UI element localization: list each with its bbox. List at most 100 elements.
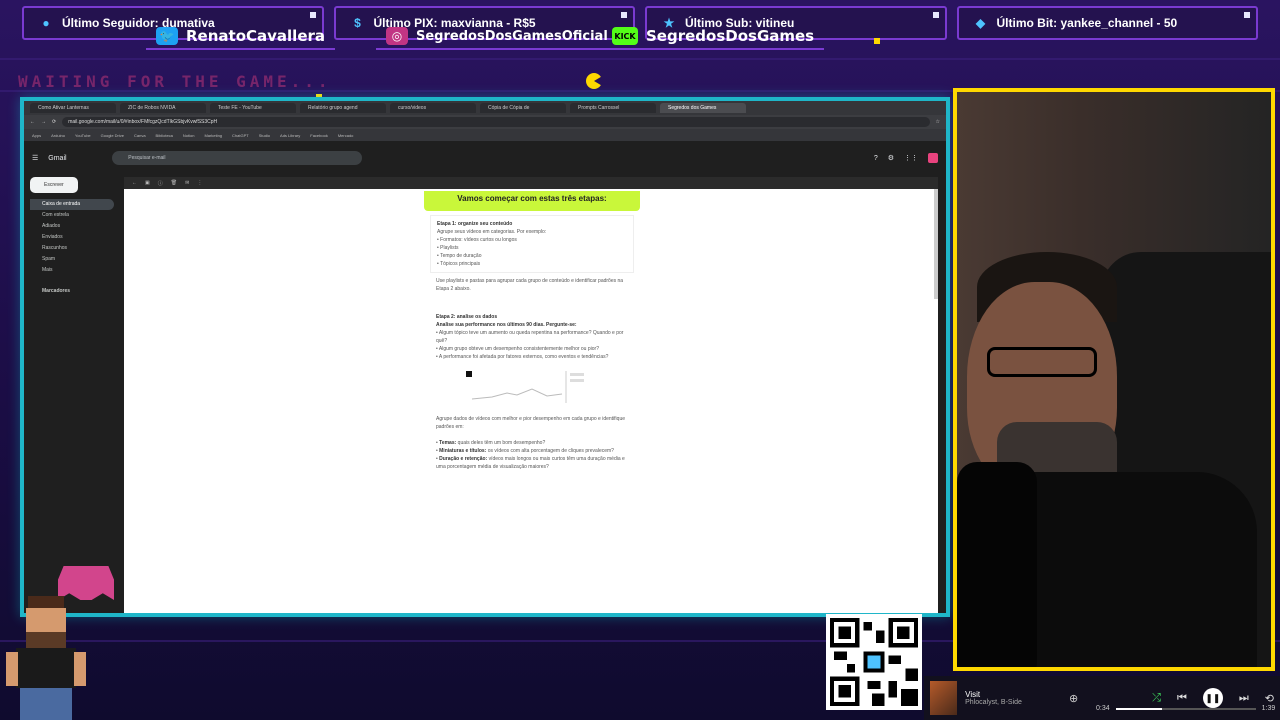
total-time: 1:39 (1261, 705, 1276, 712)
help-icon[interactable]: ? (874, 155, 878, 162)
kick-icon: KICK (612, 27, 638, 45)
album-art (930, 681, 958, 715)
star-icon[interactable]: ☆ (936, 119, 940, 125)
bookmarks-bar: Apps Arduino YouTube Google Drive Canva … (24, 129, 946, 141)
sidebar-item-more[interactable]: Mais (30, 265, 114, 276)
compose-button[interactable]: Escrever (30, 177, 78, 193)
bookmark[interactable]: Studio (259, 133, 270, 138)
bookmark[interactable]: Biblioteca (156, 133, 173, 138)
back-icon[interactable]: ← (30, 119, 35, 125)
browser-tab-active[interactable]: Segredos dos Games (660, 103, 746, 113)
social-kick: KICK SegredosDosGames (602, 24, 825, 50)
bookmark[interactable]: Canva (134, 133, 146, 138)
list-item: • Playlists (437, 245, 459, 251)
forward-icon[interactable]: → (41, 119, 46, 125)
list-item: • Tempo de duração (437, 253, 482, 259)
social-label: RenatoCavallera (186, 27, 326, 45)
bookmark[interactable]: ChatGPT (232, 133, 249, 138)
sidebar-item-snoozed[interactable]: Adiados (30, 221, 114, 232)
webcam-feed (953, 88, 1275, 671)
bookmark[interactable]: Apps (32, 133, 41, 138)
user-icon: ● (42, 16, 50, 30)
apps-icon[interactable]: ⋮⋮ (904, 154, 918, 162)
reload-icon[interactable]: ⟳ (52, 119, 56, 125)
waiting-text: WAITING FOR THE GAME... (18, 72, 332, 91)
bookmark[interactable]: Google Drive (101, 133, 124, 138)
music-player: Visit Phlocalyst, B-Side ⊕ ⤮ ⏮ ❚❚ ⏭ ⟲ (924, 676, 1280, 720)
search-input[interactable]: Pesquisar e-mail (112, 151, 363, 165)
shuffle-icon[interactable]: ⤮ (1152, 692, 1161, 705)
archive-icon[interactable]: ▣ (145, 180, 150, 186)
step3-text: Agrupe dados de vídeos com melhor e pior… (436, 416, 626, 430)
browser-tab[interactable]: curso/videos (390, 103, 476, 113)
elapsed-time: 0:34 (1096, 705, 1110, 712)
browser-tabs: Como Ativar Lanternas ZIC de Robos NVIDA… (24, 101, 946, 115)
email-view: ← ▣ ⓘ 🗑 ✉ ⋮ Vamos começar com estas três… (124, 177, 938, 613)
pellet-icon (874, 38, 880, 44)
delete-icon[interactable]: 🗑 (171, 180, 177, 186)
add-icon[interactable]: ⊕ (1069, 692, 1078, 705)
browser-tab[interactable]: Prompts Carrossel (570, 103, 656, 113)
list-item: • Algum tópico teve um aumento ou queda … (436, 330, 624, 344)
social-twitter: 🐦 RenatoCavallera (146, 24, 336, 50)
qr-code-icon (826, 614, 922, 710)
sidebar-item-inbox[interactable]: Caixa de entrada (30, 199, 114, 210)
progress-bar[interactable] (1115, 707, 1256, 710)
alert-bit: ◆ Último Bit: yankee_channel - 50 (956, 6, 1258, 40)
track-info: Visit Phlocalyst, B-Side (965, 690, 1061, 706)
list-item: • Formatos: vídeos curtos ou longos (437, 237, 517, 243)
gmail-logo: Gmail (48, 154, 67, 162)
browser-tab[interactable]: Relatório grupo agend (300, 103, 386, 113)
gmail-sidebar: Escrever Caixa de entrada Com estrela Ad… (24, 175, 120, 613)
social-label: SegredosDosGames (646, 27, 815, 45)
pixel-avatar-icon (6, 596, 86, 720)
sidebar-item-spam[interactable]: Spam (30, 254, 114, 265)
list-item: • Algum grupo obteve um desempenho consi… (436, 346, 599, 352)
list-item: • Duração e retenção: vídeos mais longos… (436, 456, 625, 470)
menu-icon[interactable]: ☰ (32, 154, 38, 162)
step1-text: Use playlists e pastas para agrupar cada… (436, 278, 624, 292)
sidebar-item-drafts[interactable]: Rascunhos (30, 243, 114, 254)
analytics-image (462, 369, 602, 407)
browser-tab[interactable]: Teste FE - YouTube (210, 103, 296, 113)
avatar[interactable] (928, 153, 938, 163)
scrollbar[interactable] (934, 189, 938, 299)
bookmark[interactable]: Marketing (204, 133, 222, 138)
step1-box: Etapa 1: organize seu conteúdo Agrupe se… (430, 215, 634, 273)
more-icon[interactable]: ⋮ (197, 180, 202, 186)
settings-icon[interactable]: ⚙ (888, 154, 894, 162)
sidebar-item-sent[interactable]: Enviados (30, 232, 114, 243)
back-icon[interactable]: ← (132, 180, 137, 186)
browser-tab[interactable]: Cópia de Cópia de (480, 103, 566, 113)
repeat-icon[interactable]: ⟲ (1265, 692, 1274, 705)
track-artist: Phlocalyst, B-Side (965, 699, 1022, 706)
bookmark[interactable]: Notion (183, 133, 195, 138)
previous-icon[interactable]: ⏮ (1177, 692, 1187, 705)
mail-icon[interactable]: ✉ (185, 180, 189, 186)
step1-title: Etapa 1: organize seu conteúdo (437, 221, 513, 227)
sidebar-item-starred[interactable]: Com estrela (30, 210, 114, 221)
progress-fill (1115, 707, 1162, 710)
playback-progress: 0:34 1:39 (1096, 705, 1275, 712)
report-icon[interactable]: ⓘ (158, 180, 163, 187)
social-instagram: ◎ SegredosDosGamesOficial (376, 24, 618, 50)
bookmark[interactable]: Mercado (338, 133, 354, 138)
social-label: SegredosDosGamesOficial (416, 28, 608, 44)
labels-heading: Marcadores (42, 288, 71, 294)
bookmark[interactable]: Ads Library (280, 133, 300, 138)
pix-icon: $ (354, 16, 361, 30)
step1-intro: Agrupe seus vídeos em categorias. Por ex… (437, 229, 547, 235)
gmail-app: ☰ Gmail Pesquisar e-mail ? ⚙ ⋮⋮ Escrever… (24, 141, 946, 613)
qr-label: livepix.gg/segredosdosgames (826, 602, 919, 609)
bookmark[interactable]: Facebook (310, 133, 328, 138)
bookmark[interactable]: YouTube (75, 133, 91, 138)
next-icon[interactable]: ⏭ (1239, 692, 1249, 705)
email-banner: Vamos começar com estas três etapas: (424, 191, 640, 211)
address-bar[interactable]: mail.google.com/mail/u/0/#inbox/FMfcgzQc… (62, 117, 930, 127)
gmail-header: ☰ Gmail Pesquisar e-mail ? ⚙ ⋮⋮ (24, 141, 946, 175)
browser-tab[interactable]: Como Ativar Lanternas (30, 103, 116, 113)
step3-list: • Temas: quais deles têm um bom desempen… (424, 439, 640, 471)
list-item: • Temas: quais deles têm um bom desempen… (436, 440, 546, 446)
browser-tab[interactable]: ZIC de Robos NVIDA (120, 103, 206, 113)
bookmark[interactable]: Arduino (51, 133, 65, 138)
